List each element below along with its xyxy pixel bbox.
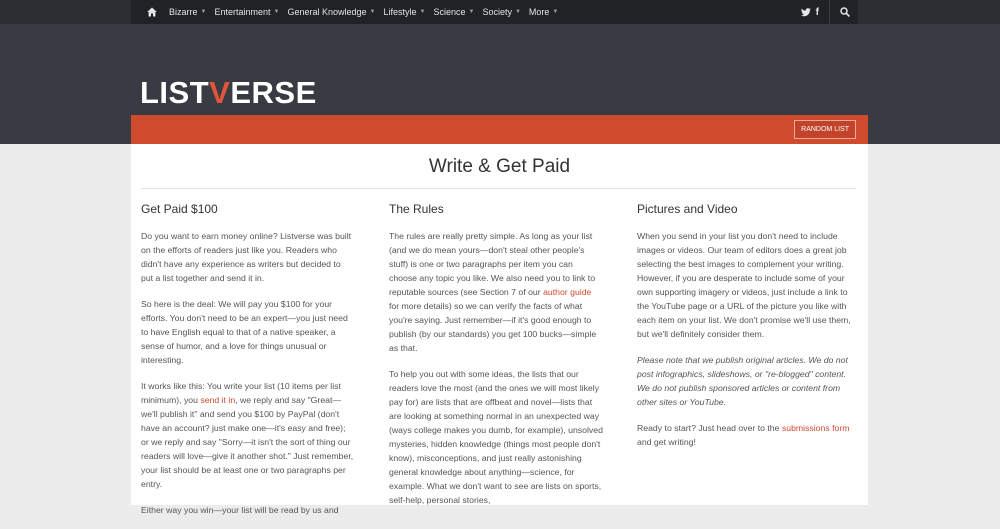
nav-item-label: Science xyxy=(433,7,466,17)
nav-item-more[interactable]: More ▼ xyxy=(529,7,558,17)
category-bar: RANDOM LIST xyxy=(131,115,868,144)
logo-v: V xyxy=(209,75,231,110)
text: , we reply and say "Great—we'll publish … xyxy=(141,395,354,489)
section-heading: Get Paid $100 xyxy=(141,202,218,216)
text: and get writing! xyxy=(637,437,696,447)
page-title: Write & Get Paid xyxy=(428,156,571,177)
chevron-down-icon: ▼ xyxy=(200,9,207,15)
author-guide-link[interactable]: author guide xyxy=(543,287,591,297)
nav-item-label: Bizarre xyxy=(169,7,198,17)
column-the-rules: The Rules The rules are really pretty si… xyxy=(389,202,603,519)
divider xyxy=(829,0,830,24)
paragraph: Please note that we publish original art… xyxy=(637,355,848,407)
chevron-down-icon: ▼ xyxy=(514,9,521,15)
twitter-icon[interactable] xyxy=(800,7,811,17)
divider xyxy=(141,188,856,189)
chevron-down-icon: ▼ xyxy=(419,9,426,15)
listverse-logo[interactable]: LISTVERSE xyxy=(140,76,317,110)
nav-item-general-knowledge[interactable]: General Knowledge ▼ xyxy=(287,7,375,17)
nav-item-science[interactable]: Science ▼ xyxy=(433,7,474,17)
column-get-paid: Get Paid $100 Do you want to earn money … xyxy=(141,202,355,529)
chevron-down-icon: ▼ xyxy=(552,9,559,15)
paragraph: It works like this: You write your list … xyxy=(141,379,355,491)
send-it-in-link[interactable]: send it in xyxy=(200,395,235,405)
chevron-down-icon: ▼ xyxy=(468,9,475,15)
main-content: Write & Get Paid Get Paid $100 Do you wa… xyxy=(131,144,868,515)
random-list-button[interactable]: RANDOM LIST xyxy=(794,120,856,139)
column-pictures-video: Pictures and Video When you send in your… xyxy=(637,202,851,461)
social-links: f xyxy=(800,0,850,24)
paragraph: Either way you win—your list will be rea… xyxy=(141,505,339,515)
chevron-down-icon: ▼ xyxy=(369,9,376,15)
nav-item-society[interactable]: Society ▼ xyxy=(482,7,520,17)
logo-text: LIST xyxy=(140,75,210,110)
home-icon[interactable] xyxy=(147,7,157,17)
nav-item-label: Entertainment xyxy=(214,7,271,17)
text: Ready to start? Just head over to the xyxy=(637,423,782,433)
paragraph: So here is the deal: We will pay you $10… xyxy=(141,299,348,365)
nav-item-label: More xyxy=(528,7,550,17)
submissions-form-link[interactable]: submissions form xyxy=(782,423,850,433)
main-nav: Bizarre ▼ Entertainment ▼ General Knowle… xyxy=(131,0,566,24)
text: for more details) so we can verify the f… xyxy=(389,301,597,353)
chevron-down-icon: ▼ xyxy=(273,9,280,15)
paragraph: When you send in your list you don't nee… xyxy=(637,231,851,339)
nav-item-entertainment[interactable]: Entertainment ▼ xyxy=(214,7,279,17)
logo-text: ERSE xyxy=(230,75,317,110)
nav-item-label: Society xyxy=(482,7,512,17)
paragraph: Do you want to earn money online? Listve… xyxy=(141,231,352,283)
top-navigation-inner: Bizarre ▼ Entertainment ▼ General Knowle… xyxy=(131,0,858,24)
section-heading: The Rules xyxy=(389,202,444,216)
paragraph: Ready to start? Just head over to the su… xyxy=(637,421,851,449)
nav-item-label: General Knowledge xyxy=(287,7,367,17)
paragraph: To help you out with some ideas, the lis… xyxy=(389,369,603,505)
nav-item-bizarre[interactable]: Bizarre ▼ xyxy=(169,7,206,17)
nav-item-label: Lifestyle xyxy=(383,7,417,17)
top-navigation-bar: Bizarre ▼ Entertainment ▼ General Knowle… xyxy=(0,0,1000,24)
section-heading: Pictures and Video xyxy=(637,202,738,216)
nav-item-lifestyle[interactable]: Lifestyle ▼ xyxy=(383,7,425,17)
search-icon[interactable] xyxy=(840,7,850,17)
paragraph: The rules are really pretty simple. As l… xyxy=(389,229,603,355)
facebook-icon[interactable]: f xyxy=(816,7,819,18)
